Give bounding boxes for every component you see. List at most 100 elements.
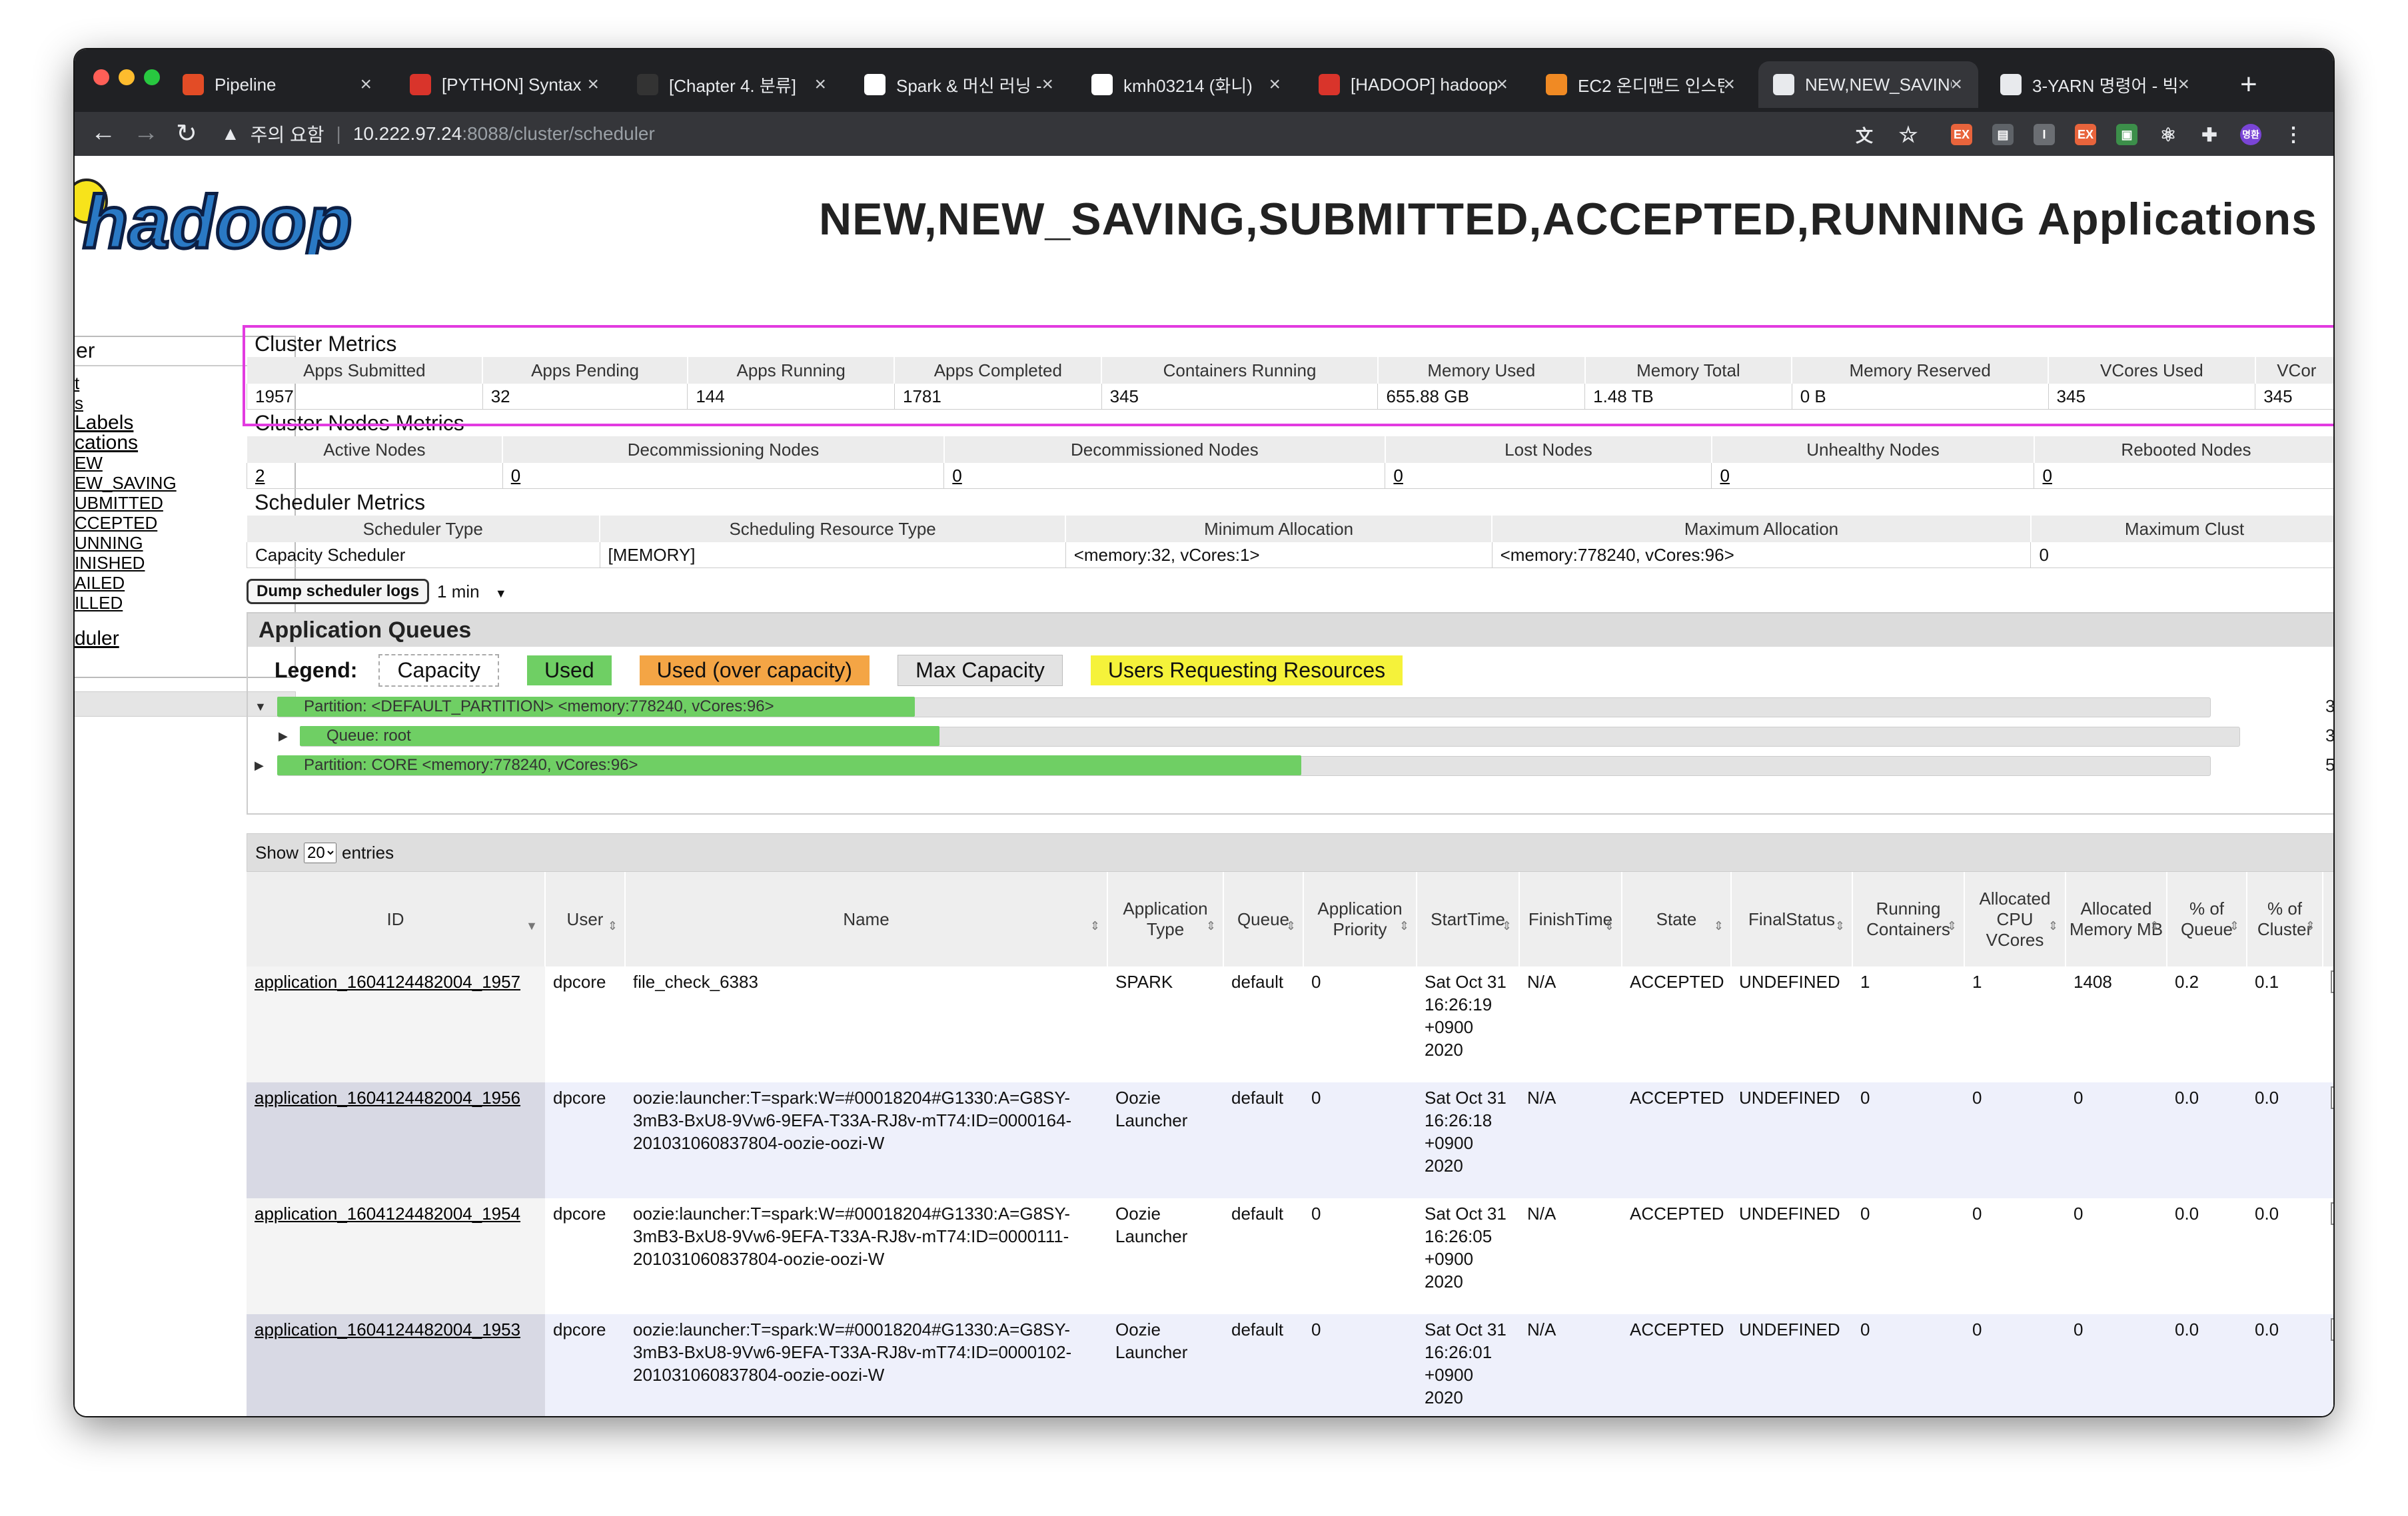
cell-text: 0 [1972,1204,1982,1224]
url-path: :8088/cluster/scheduler [462,123,655,144]
extensions-puzzle-icon[interactable]: ✚ [2199,124,2220,145]
column-header[interactable]: Application Priority ⇕ [1303,872,1417,966]
tab-close-icon[interactable]: × [360,73,372,96]
column-header[interactable]: ID ▼ [247,872,546,966]
column-header[interactable]: Running Containers ⇕ [1852,872,1965,966]
tab-close-icon[interactable]: × [587,73,599,96]
column-header[interactable]: Application Type ⇕ [1107,872,1224,966]
node-metrics-table: Active Nodes Decommissioning Nodes Decommi… [247,436,2333,489]
tab-close-icon[interactable]: × [1041,73,1053,96]
cluster_metrics-header: Apps Submitted [247,357,484,384]
column-header[interactable]: Prog [2323,872,2333,966]
applications-table: ID ▼ User ⇕ Name ⇕ Application Type ⇕ Queue ⇕ Appl… [247,872,2333,1416]
column-header[interactable]: % of Cluster ⇕ [2247,872,2323,966]
table-cell: oozie:launcher:T=spark:W=#00018204#G1330… [625,1198,1107,1314]
profile-avatar[interactable]: 명환 [2240,124,2261,145]
column-header[interactable]: Allocated Memory MB ⇕ [2066,872,2167,966]
tab-close-icon[interactable]: × [1723,73,1735,96]
extension-1-icon[interactable]: EX [1951,124,1972,145]
table-cell: 0 [1852,1314,1964,1416]
table-row: application_1604124482004_1956 dpcore oozi… [247,1082,2333,1198]
node_metrics-value-text[interactable]: 2 [255,466,265,486]
browser-tab-5[interactable]: kmh03214 (화니) × [1077,61,1297,108]
page-content: hadoop NEW,NEW_SAVING,SUBMITTED,ACCEPTED… [75,156,2333,1416]
minimize-window-icon[interactable] [119,69,135,85]
browser-tab-8[interactable]: NEW,NEW_SAVING × [1758,61,1978,108]
tab-title: Pipeline [215,74,277,95]
node_metrics-value-text[interactable]: 0 [1720,466,1729,486]
column-header[interactable]: State ⇕ [1622,872,1732,966]
extension-4-icon[interactable]: EX [2075,124,2096,145]
dump-scheduler-logs-button[interactable]: Dump scheduler logs [247,579,430,604]
node_metrics-value-text[interactable]: 0 [1393,466,1403,486]
address-bar[interactable]: ▲ 주의 요함 | 10.222.97.24:8088/cluster/sche… [221,116,1900,152]
tab-close-icon[interactable]: × [1496,73,1508,96]
caret-right-icon[interactable]: ▶ [255,759,264,773]
tab-close-icon[interactable]: × [2177,73,2189,96]
menu-kebab-icon[interactable]: ⋮ [2283,124,2304,146]
application-id-link[interactable]: application_1604124482004_1953 [255,1320,520,1339]
column-header[interactable]: FinalStatus ⇕ [1731,872,1853,966]
cluster_metrics-header: Memory Total [1584,357,1793,384]
cell-text: 0 [1311,1204,1321,1224]
column-header[interactable]: Allocated CPU VCores ⇕ [1964,872,2066,966]
column-header-label: FinishTime [1528,909,1613,929]
node_metrics-header: Decommissioned Nodes [943,436,1386,463]
cluster_metrics-value-text: 345 [1109,386,1139,406]
browser-tab-2[interactable]: [PYTHON] Syntax × [395,61,615,108]
column-header[interactable]: Queue ⇕ [1223,872,1304,966]
back-icon[interactable]: ← [91,119,116,147]
tab-close-icon[interactable]: × [1269,73,1281,96]
maximize-window-icon[interactable] [144,69,160,85]
table-cell: 0.1 [2247,966,2323,1082]
extension-2-icon[interactable]: ▤ [1992,124,2014,145]
column-header[interactable]: User ⇕ [545,872,626,966]
node_metrics-value-text[interactable]: 0 [952,466,961,486]
column-header[interactable]: Name ⇕ [625,872,1108,966]
extension-3-icon[interactable]: I [2034,124,2055,145]
column-header[interactable]: StartTime ⇕ [1417,872,1520,966]
table-cell: 0 [2066,1198,2167,1314]
cell-text: oozie:launcher:T=spark:W=#00018204#G1330… [633,1204,1070,1269]
application-id-link[interactable]: application_1604124482004_1956 [255,1088,520,1108]
warning-icon: ▲ [221,123,240,144]
translate-icon[interactable]: 文 [1854,124,1875,146]
reload-icon[interactable]: ↻ [176,119,197,149]
browser-tab-7[interactable]: EC2 온디맨드 인스턴 × [1531,61,1751,108]
node_metrics-value-text[interactable]: 0 [2042,466,2052,486]
cell-text: 0.0 [2175,1088,2199,1108]
browser-tab-4[interactable]: Spark & 머신 러닝 - × [850,61,1069,108]
application-id-link[interactable]: application_1604124482004_1957 [255,972,520,992]
hadoop-logo-text: hadoop [83,181,352,254]
new-tab-button[interactable]: + [2240,68,2257,101]
cell-text: UNDEFINED [1739,1320,1840,1339]
bookmark-star-icon[interactable]: ☆ [1898,123,1919,147]
column-header[interactable]: FinishTime ⇕ [1519,872,1622,966]
table-cell: UNDEFINED [1731,1314,1852,1416]
cell-text: N/A [1527,972,1556,992]
caret-right-icon[interactable]: ▶ [279,729,288,743]
browser-tab-3[interactable]: [Chapter 4. 분류] × [622,61,842,108]
forward-icon[interactable]: → [133,119,159,147]
close-window-icon[interactable] [93,69,109,85]
table-cell: Sat Oct 31 16:26:18 +0900 2020 [1417,1082,1519,1198]
extension-5-icon[interactable]: ▣ [2116,124,2137,145]
browser-tab-1[interactable]: Pipeline × [168,61,388,108]
cell-text: 0.0 [2175,1204,2199,1224]
node_metrics-value-text[interactable]: 0 [511,466,520,486]
entries-select[interactable]: 20 [304,842,337,863]
react-devtools-icon[interactable]: ⚛ [2157,124,2179,145]
cell-text: UNDEFINED [1739,972,1840,992]
column-header[interactable]: % of Queue ⇕ [2167,872,2247,966]
tab-close-icon[interactable]: × [1950,73,1962,96]
browser-tab-6[interactable]: [HADOOP] hadoop × [1304,61,1524,108]
browser-tab-9[interactable]: 3-YARN 명령어 - 빅 × [1986,61,2205,108]
application-id-link[interactable]: application_1604124482004_1954 [255,1204,520,1224]
legend-item-2: Used [526,655,612,685]
tab-title: kmh03214 (화니) [1123,75,1253,96]
node_metrics-value: 0 [2034,463,2333,489]
caret-down-icon[interactable]: ▼ [255,700,267,714]
tab-close-icon[interactable]: × [814,73,826,96]
table-cell: ACCEPTED [1622,966,1731,1082]
dump-interval-select[interactable]: 1 min ▼ [437,581,507,602]
